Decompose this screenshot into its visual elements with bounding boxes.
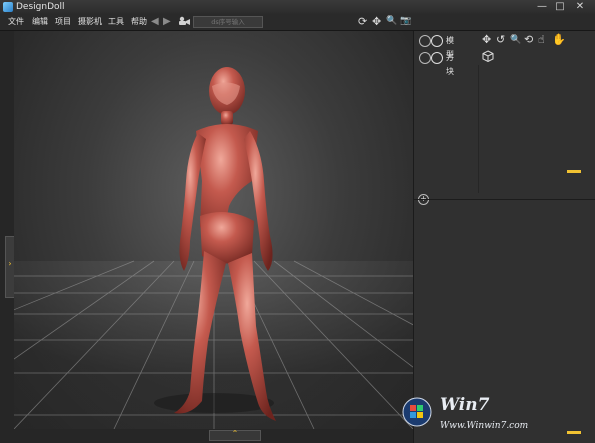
- close-button[interactable]: ✕: [569, 1, 591, 13]
- watermark-logo: Win7 Www.Winwin7.com: [400, 393, 590, 441]
- right-panel: 模型 方块 ✥ ↺ 🔍 ⟲ ☝ ✋ +: [413, 31, 595, 443]
- menu-file[interactable]: 文件: [8, 16, 24, 28]
- ds-number-input[interactable]: [193, 16, 263, 28]
- panel-item-label: 方块: [446, 53, 454, 76]
- left-sidebar: ›: [0, 31, 15, 443]
- rotate-tool-icon[interactable]: ↺: [496, 33, 505, 47]
- hand-tool-icon[interactable]: ✋: [552, 33, 566, 47]
- panel-divider: [478, 65, 479, 193]
- maximize-button[interactable]: □: [551, 1, 569, 13]
- chevron-up-icon: ⌃: [231, 429, 239, 438]
- menu-edit[interactable]: 编辑: [32, 16, 48, 28]
- title-bar: DesignDoll — □ ✕: [0, 0, 595, 14]
- 3d-viewport[interactable]: [14, 31, 413, 429]
- bottom-bar: ⌃: [14, 429, 413, 443]
- panel-divider-h: [414, 199, 595, 200]
- menu-project[interactable]: 项目: [55, 16, 71, 28]
- undo-icon[interactable]: ◀: [151, 16, 159, 28]
- move-tool-icon[interactable]: ✥: [482, 33, 491, 47]
- camera-person-icon[interactable]: [178, 16, 190, 30]
- windows-logo-icon: [402, 397, 432, 427]
- menu-tools[interactable]: 工具: [108, 16, 124, 28]
- eye-icon[interactable]: [431, 52, 443, 64]
- minimize-button[interactable]: —: [533, 1, 551, 13]
- camera-view-icon[interactable]: 📷: [400, 15, 411, 28]
- panel-resize-indicator[interactable]: [567, 170, 581, 173]
- undo-tool-icon[interactable]: ⟲: [524, 33, 533, 47]
- toggle-icon[interactable]: [419, 35, 431, 47]
- window-title: DesignDoll: [16, 2, 65, 12]
- redo-icon[interactable]: ▶: [163, 16, 171, 28]
- menu-bar: 文件 编辑 项目 摄影机 工具 帮助 ◀ ▶: [0, 14, 595, 31]
- cube-icon[interactable]: [482, 50, 494, 66]
- move-view-icon[interactable]: ✥: [372, 15, 381, 28]
- chevron-right-icon: ›: [8, 259, 12, 268]
- zoom-tool-icon[interactable]: 🔍: [510, 33, 521, 47]
- app-icon: [3, 2, 13, 12]
- zoom-view-icon[interactable]: 🔍: [386, 15, 397, 28]
- menu-camera[interactable]: 摄影机: [78, 16, 102, 28]
- bottom-panel-toggle[interactable]: ⌃: [209, 429, 261, 441]
- watermark-brand: Win7: [440, 395, 490, 415]
- menu-help[interactable]: 帮助: [131, 16, 147, 28]
- pointer-tool-icon[interactable]: ☝: [538, 33, 545, 47]
- eye-icon[interactable]: [431, 35, 443, 47]
- watermark-url: Www.Winwin7.com: [440, 421, 529, 431]
- scene-canvas: [14, 67, 413, 429]
- rotate-view-icon[interactable]: ⟳: [358, 15, 367, 28]
- toggle-icon[interactable]: [419, 52, 431, 64]
